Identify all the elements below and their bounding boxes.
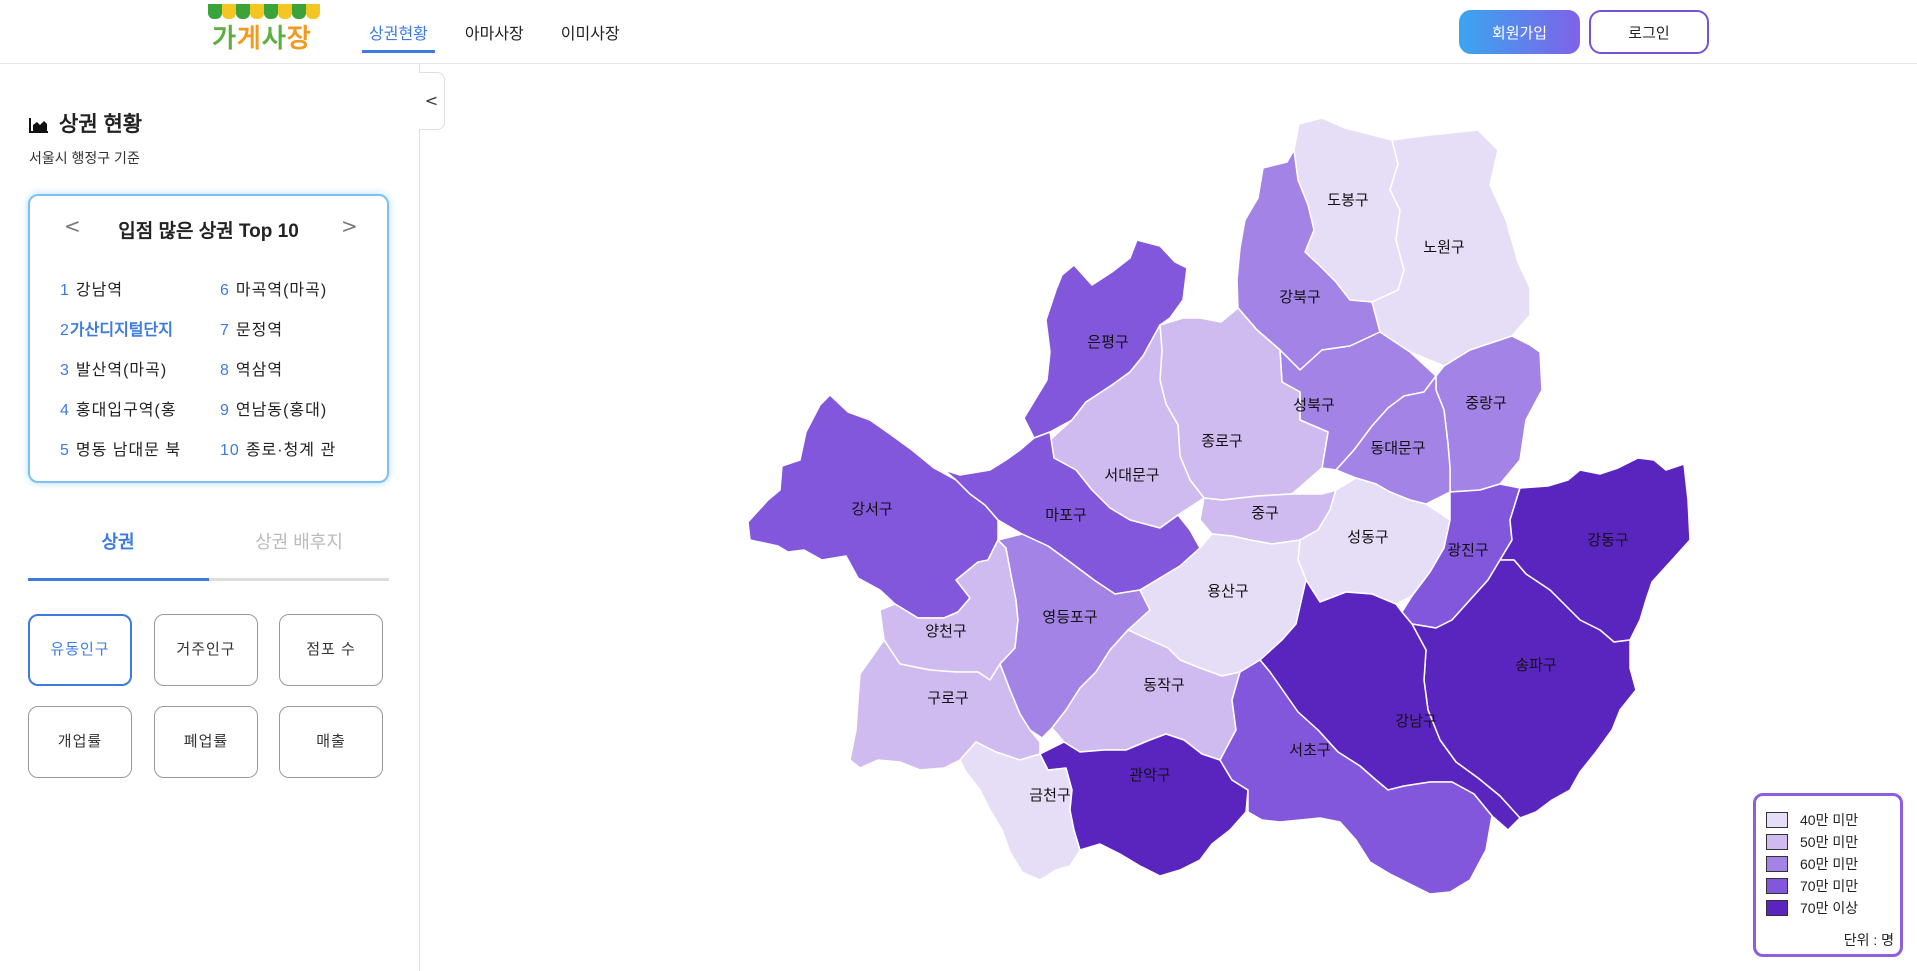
area-chart-icon [29, 115, 49, 133]
logo-awning-icon [208, 4, 320, 19]
logo[interactable]: 가게사장 [208, 4, 320, 54]
legend-item: 60만 미만 [1766, 854, 1858, 874]
district-label: 강동구 [1587, 532, 1628, 549]
legend-swatch [1766, 834, 1788, 850]
legend-swatch [1766, 900, 1788, 916]
district-label: 중랑구 [1465, 395, 1506, 412]
district-label: 동대문구 [1370, 440, 1425, 457]
district-label: 광진구 [1447, 542, 1488, 559]
metric-floating-population-button[interactable]: 유동인구 [28, 614, 132, 686]
signup-button[interactable]: 회원가입 [1459, 10, 1580, 54]
sidebar-subtitle: 서울시 행정구 기준 [29, 150, 140, 166]
top10-card: < 입점 많은 상권 Top 10 > 1 강남역 2가산디지털단지 3 발산역(마… [28, 194, 389, 483]
top10-item[interactable]: 1 강남역 [60, 276, 190, 316]
map-legend: 40만 미만 50만 미만 60만 미만 70만 미만 70만 이상 단위 : … [1753, 793, 1903, 957]
metric-closing-rate-button[interactable]: 폐업률 [154, 706, 258, 778]
top10-item[interactable]: 6 마곡역(마곡) [220, 276, 360, 316]
sidebar-title: 상권 현황 [29, 108, 142, 138]
district-label: 송파구 [1515, 657, 1556, 674]
header: 가게사장 상권현황 아마사장 이미사장 회원가입 로그인 [0, 0, 1917, 64]
sidebar: 상권 현황 서울시 행정구 기준 < 입점 많은 상권 Top 10 > 1 강남… [0, 64, 420, 971]
legend-item: 50만 미만 [1766, 832, 1858, 852]
district-label: 구로구 [927, 690, 968, 707]
tab-market[interactable]: 상권 [28, 528, 208, 554]
top10-item[interactable]: 4 홍대입구역(홍 [60, 396, 190, 436]
legend-unit: 단위 : 명 [1843, 932, 1894, 948]
login-button[interactable]: 로그인 [1589, 10, 1709, 54]
top10-item[interactable]: 9 연남동(홍대) [220, 396, 360, 436]
logo-text: 가게사장 [212, 24, 312, 54]
district-label: 은평구 [1087, 334, 1128, 351]
district-label: 강서구 [851, 501, 892, 518]
district-label: 동작구 [1143, 677, 1184, 694]
metric-opening-rate-button[interactable]: 개업률 [28, 706, 132, 778]
district-label: 성북구 [1293, 397, 1334, 414]
top10-item[interactable]: 7 문정역 [220, 316, 360, 356]
top10-item[interactable]: 3 발산역(마곡) [60, 356, 190, 396]
top10-right-column: 6 마곡역(마곡) 7 문정역 8 역삼역 9 연남동(홍대) 10 종로·청계 관 [220, 276, 360, 476]
top10-item[interactable]: 2가산디지털단지 [60, 316, 190, 356]
metric-resident-population-button[interactable]: 거주인구 [154, 614, 258, 686]
nav-market-status[interactable]: 상권현황 [362, 20, 435, 53]
legend-item: 70만 이상 [1766, 898, 1858, 918]
district-label: 중구 [1251, 505, 1279, 522]
legend-item: 70만 미만 [1766, 876, 1858, 896]
district-label: 양천구 [925, 623, 966, 640]
metric-sales-button[interactable]: 매출 [279, 706, 383, 778]
district-label: 금천구 [1029, 787, 1070, 804]
district-label: 강북구 [1279, 289, 1320, 306]
legend-item: 40만 미만 [1766, 810, 1858, 830]
chevron-right-icon[interactable]: > [341, 214, 358, 238]
sidebar-collapse-button[interactable]: < [419, 72, 445, 130]
top10-item[interactable]: 10 종로·청계 관 [220, 436, 360, 476]
tab-underline [28, 578, 389, 581]
top10-title: 입점 많은 상권 Top 10 [118, 221, 299, 242]
district-label: 영등포구 [1042, 609, 1097, 626]
legend-swatch [1766, 812, 1788, 828]
legend-swatch [1766, 856, 1788, 872]
main-nav: 상권현황 아마사장 이미사장 [362, 20, 657, 53]
tab-bar: 상권 상권 배후지 [28, 528, 389, 573]
top10-item[interactable]: 5 명동 남대문 북 [60, 436, 190, 476]
district-label: 용산구 [1207, 583, 1248, 600]
district-label: 관악구 [1129, 767, 1170, 784]
seoul-district-map: 도봉구노원구강북구은평구성북구 중랑구종로구 동대문구서대문구강서구 마포구 중구성동구… [747, 117, 1691, 895]
district-label: 도봉구 [1327, 192, 1368, 209]
district-label: 강남구 [1395, 713, 1436, 730]
district-label: 서대문구 [1104, 467, 1159, 484]
top10-item[interactable]: 8 역삼역 [220, 356, 360, 396]
nav-prospective-owner[interactable]: 아마사장 [465, 20, 524, 53]
legend-swatch [1766, 878, 1788, 894]
tab-market-hinterland[interactable]: 상권 배후지 [209, 528, 389, 554]
nav-current-owner[interactable]: 이미사장 [561, 20, 620, 53]
district-label: 성동구 [1347, 529, 1388, 546]
district-label: 마포구 [1045, 507, 1086, 524]
top10-left-column: 1 강남역 2가산디지털단지 3 발산역(마곡) 4 홍대입구역(홍 5 명동 남대문 … [60, 276, 190, 476]
district-label: 노원구 [1423, 239, 1464, 256]
district-label: 서초구 [1289, 742, 1330, 759]
sidebar-title-text: 상권 현황 [59, 113, 143, 136]
metric-store-count-button[interactable]: 점포 수 [279, 614, 383, 686]
district-label: 종로구 [1201, 433, 1242, 450]
